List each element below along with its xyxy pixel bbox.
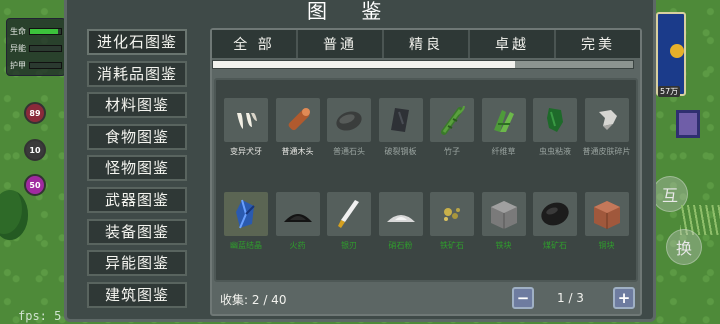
item-name: 银刃: [341, 241, 357, 250]
page-indicator: 1 / 3: [557, 291, 584, 305]
blade-icon: [327, 192, 371, 236]
tab-perfect[interactable]: 完美: [556, 30, 640, 58]
item-name: 铜块: [598, 241, 615, 250]
swap-button[interactable]: 换: [666, 229, 702, 265]
bamboo-icon: [430, 98, 474, 142]
item-cell[interactable]: 煤矿石: [533, 190, 577, 278]
category-building[interactable]: 建筑图鉴: [87, 281, 187, 308]
codex-content: 全 部 普通 精良 卓越 完美 变异犬牙 普通木头 普通石头 破裂钢板 竹子 纤维草 虫虫粘…: [210, 28, 642, 316]
item-cell[interactable]: 银刃: [327, 190, 371, 278]
item-name: 普通石头: [333, 147, 365, 156]
iron-block-icon: [481, 192, 526, 236]
category-consumable[interactable]: 消耗品图鉴: [87, 60, 187, 87]
item-name: 纤维草: [491, 147, 516, 156]
hud-row-hp: 生命: [10, 23, 62, 40]
status-hud: 生命 异能 护甲: [6, 18, 66, 76]
fps-counter: fps: 5: [18, 309, 62, 323]
hp-bar-fill: [30, 29, 58, 34]
progress-fill: [213, 61, 516, 68]
item-name: 煤矿石: [543, 241, 567, 250]
category-equipment[interactable]: 装备图鉴: [87, 218, 187, 245]
item-name: 虫虫粘液: [539, 147, 571, 156]
hud-label: 生命: [10, 27, 26, 36]
stone-icon: [327, 98, 371, 142]
collection-count: 收集: 2 / 40: [220, 291, 286, 308]
currency-label: 57万: [658, 86, 681, 97]
hud-label: 异能: [10, 44, 26, 53]
coal-ore-icon: [533, 192, 577, 236]
saltpeter-icon: [378, 192, 423, 236]
category-evolution-stone[interactable]: 进化石图鉴: [87, 29, 187, 55]
item-cell[interactable]: 普通皮肤碎片: [583, 96, 631, 184]
item-cell[interactable]: 火药: [275, 190, 320, 278]
item-name: 铁矿石: [440, 241, 464, 250]
collection-value: 2 / 40: [251, 293, 287, 307]
tree: [0, 190, 28, 240]
category-material[interactable]: 材料图鉴: [87, 92, 187, 119]
item-cell[interactable]: 虫虫粘液: [533, 96, 577, 184]
fiber-grass-icon: [481, 98, 526, 142]
stat-orb: 10: [24, 139, 46, 161]
item-name: 普通木头: [281, 147, 314, 156]
item-cell[interactable]: 普通木头: [275, 96, 320, 184]
item-cell[interactable]: 铁矿石: [430, 190, 474, 278]
right-hud: 57万 互 换: [650, 0, 720, 324]
collection-label: 收集:: [220, 293, 249, 307]
hud-row-energy: 异能: [10, 40, 62, 57]
item-name: 铁块: [495, 241, 512, 250]
item-cell[interactable]: 铁块: [481, 190, 526, 278]
skin-shard-icon: [584, 98, 629, 142]
category-food[interactable]: 食物图鉴: [87, 123, 187, 150]
stat-orb: 50: [24, 174, 46, 196]
item-name: 破裂钢板: [384, 147, 417, 156]
iron-ore-icon: [430, 192, 474, 236]
next-page-button[interactable]: +: [613, 287, 635, 309]
portal-frame[interactable]: [676, 110, 700, 138]
category-weapon[interactable]: 武器图鉴: [87, 186, 187, 213]
item-cell[interactable]: 硝石粉: [378, 190, 423, 278]
item-cell[interactable]: 幽蓝结晶: [224, 190, 268, 278]
hud-label: 护甲: [10, 61, 26, 70]
category-list: 进化石图鉴 消耗品图鉴 材料图鉴 食物图鉴 怪物图鉴 武器图鉴 装备图鉴 异能图…: [87, 29, 187, 313]
wood-log-icon: [275, 98, 320, 142]
blue-crystal-icon: [224, 192, 268, 236]
category-monster[interactable]: 怪物图鉴: [87, 155, 187, 182]
collection-progress-bar: [212, 60, 634, 69]
window-title: 图 鉴: [307, 0, 396, 23]
game-screen: 生命 异能 护甲 89 10 50 fps: 5 57万 互 换 图 鉴 进化石…: [0, 0, 720, 324]
category-ability[interactable]: 异能图鉴: [87, 250, 187, 277]
item-cell[interactable]: 铜块: [584, 190, 629, 278]
item-cell[interactable]: 普通石头: [327, 96, 371, 184]
steel-plate-icon: [378, 98, 423, 142]
item-name: 竹子: [444, 147, 460, 156]
hud-row-armor: 护甲: [10, 57, 62, 74]
item-name: 普通皮肤碎片: [582, 147, 631, 156]
tab-excellent[interactable]: 卓越: [470, 30, 556, 58]
stat-orb: 89: [24, 102, 46, 124]
item-name: 火药: [289, 241, 306, 250]
item-cell[interactable]: 变异犬牙: [224, 96, 268, 184]
tab-common[interactable]: 普通: [298, 30, 384, 58]
rarity-tabs: 全 部 普通 精良 卓越 完美: [212, 30, 640, 58]
item-name: 硝石粉: [388, 241, 413, 250]
codex-footer: 收集: 2 / 40 − 1 / 3 +: [220, 287, 636, 310]
sun-icon: [670, 44, 684, 58]
codex-window: 图 鉴 进化石图鉴 消耗品图鉴 材料图鉴 食物图鉴 怪物图鉴 武器图鉴 装备图鉴…: [64, 0, 656, 322]
fang-icon: [224, 98, 268, 142]
slime-icon: [533, 98, 577, 142]
item-grid: 变异犬牙 普通木头 普通石头 破裂钢板 竹子 纤维草 虫虫粘液 普通皮肤碎片幽蓝结晶 火药 银刃 硝…: [214, 78, 638, 282]
tab-all[interactable]: 全 部: [212, 30, 298, 58]
item-cell[interactable]: 竹子: [430, 96, 474, 184]
gunpowder-icon: [275, 192, 320, 236]
copper-block-icon: [584, 192, 629, 236]
item-name: 幽蓝结晶: [230, 241, 262, 250]
tab-fine[interactable]: 精良: [384, 30, 470, 58]
item-name: 变异犬牙: [230, 147, 262, 156]
item-cell[interactable]: 纤维草: [481, 96, 526, 184]
day-night-panel: [656, 12, 686, 96]
item-cell[interactable]: 破裂钢板: [378, 96, 423, 184]
prev-page-button[interactable]: −: [512, 287, 534, 309]
